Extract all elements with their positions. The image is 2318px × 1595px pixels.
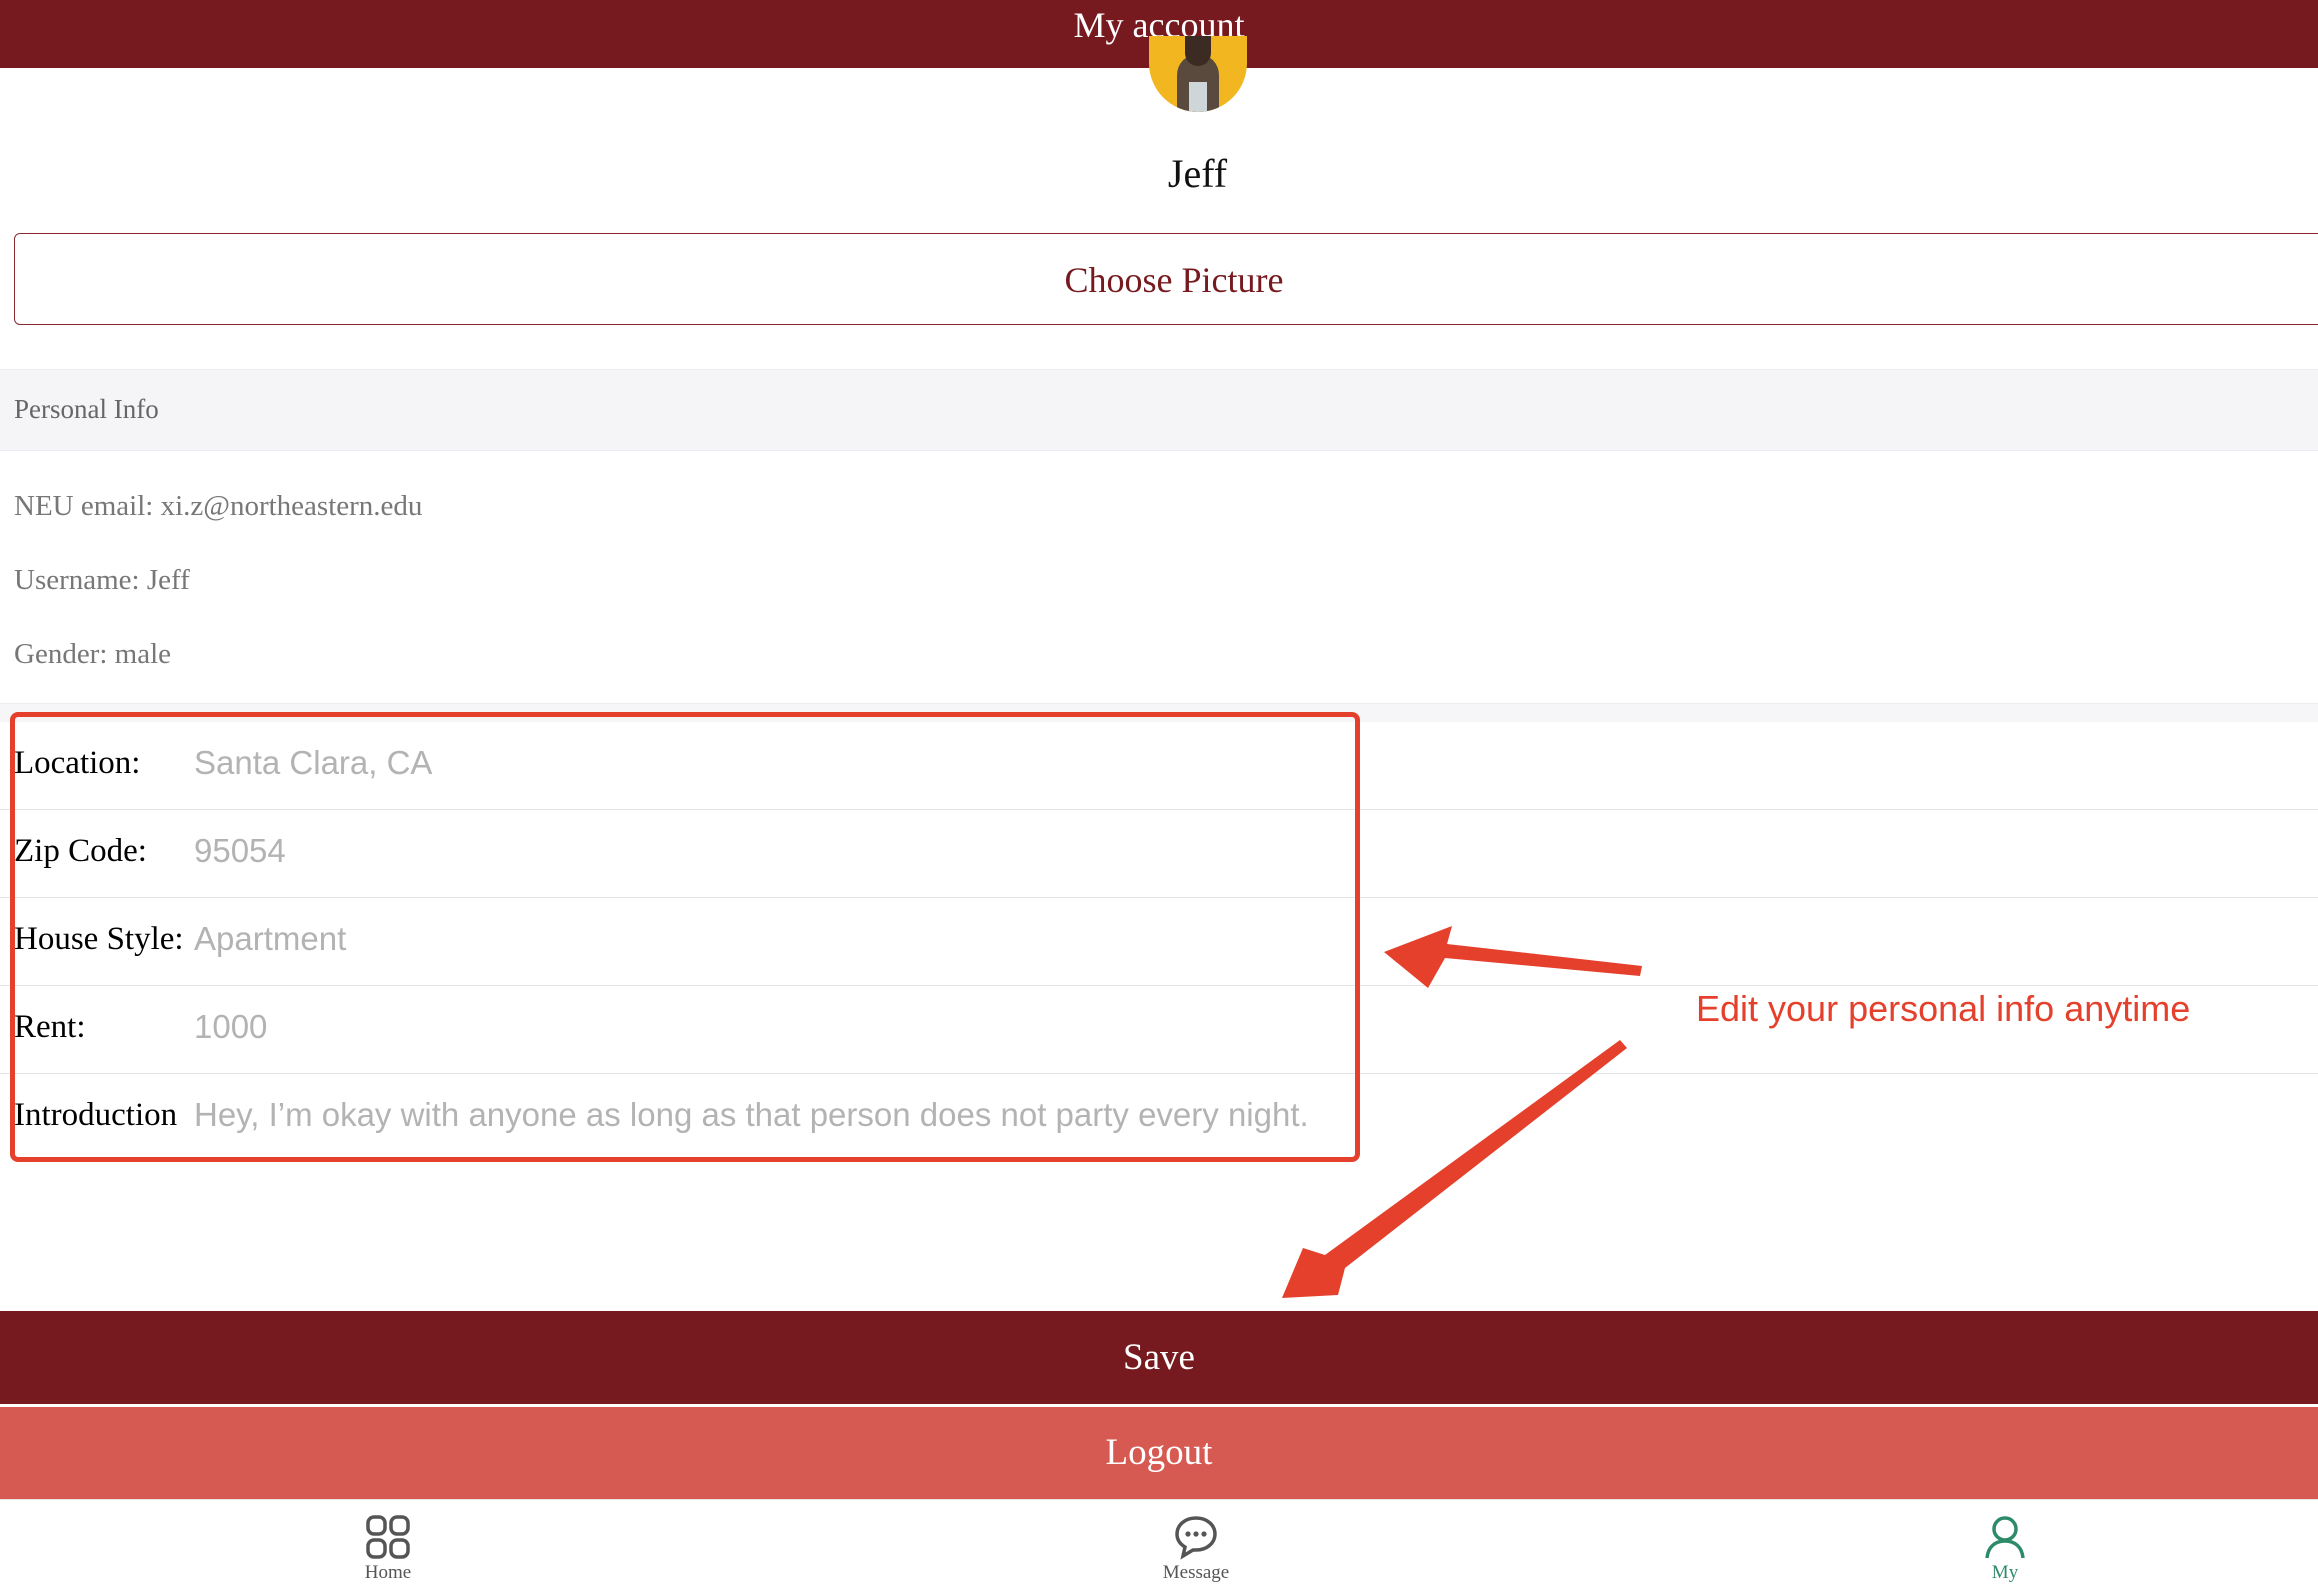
save-button[interactable]: Save <box>0 1311 2318 1404</box>
person-icon <box>1985 1516 2025 1559</box>
avatar-shirt-shape <box>1189 82 1207 112</box>
tab-message[interactable]: Message <box>1126 1514 1266 1584</box>
gender-info: Gender: male <box>14 638 172 670</box>
choose-picture-button[interactable]: Choose Picture <box>14 233 2318 325</box>
section-title: Personal Info <box>14 394 159 424</box>
tab-home[interactable]: Home <box>318 1514 458 1584</box>
avatar[interactable] <box>1149 36 1247 112</box>
annotation-highlight-box <box>10 712 1360 1162</box>
grid-icon <box>366 1515 410 1559</box>
tab-my[interactable]: My <box>1935 1514 2075 1584</box>
logout-button[interactable]: Logout <box>0 1407 2318 1499</box>
tab-my-label: My <box>1991 1562 2019 1583</box>
tab-message-label: Message <box>1162 1562 1230 1583</box>
username-info: Username: Jeff <box>14 564 190 596</box>
avatar-face-shape <box>1185 36 1211 66</box>
profile-name: Jeff <box>1167 151 1228 196</box>
tab-home-label: Home <box>364 1562 412 1583</box>
bottom-tab-bar: Home Message My <box>0 1499 2318 1595</box>
email-info: NEU email: xi.z@northeastern.edu <box>14 490 423 522</box>
personal-info-section-header: Personal Info <box>0 369 2318 451</box>
chat-bubble-icon <box>1175 1516 1217 1560</box>
annotation-text: Edit your personal info anytime <box>1696 988 2191 1029</box>
